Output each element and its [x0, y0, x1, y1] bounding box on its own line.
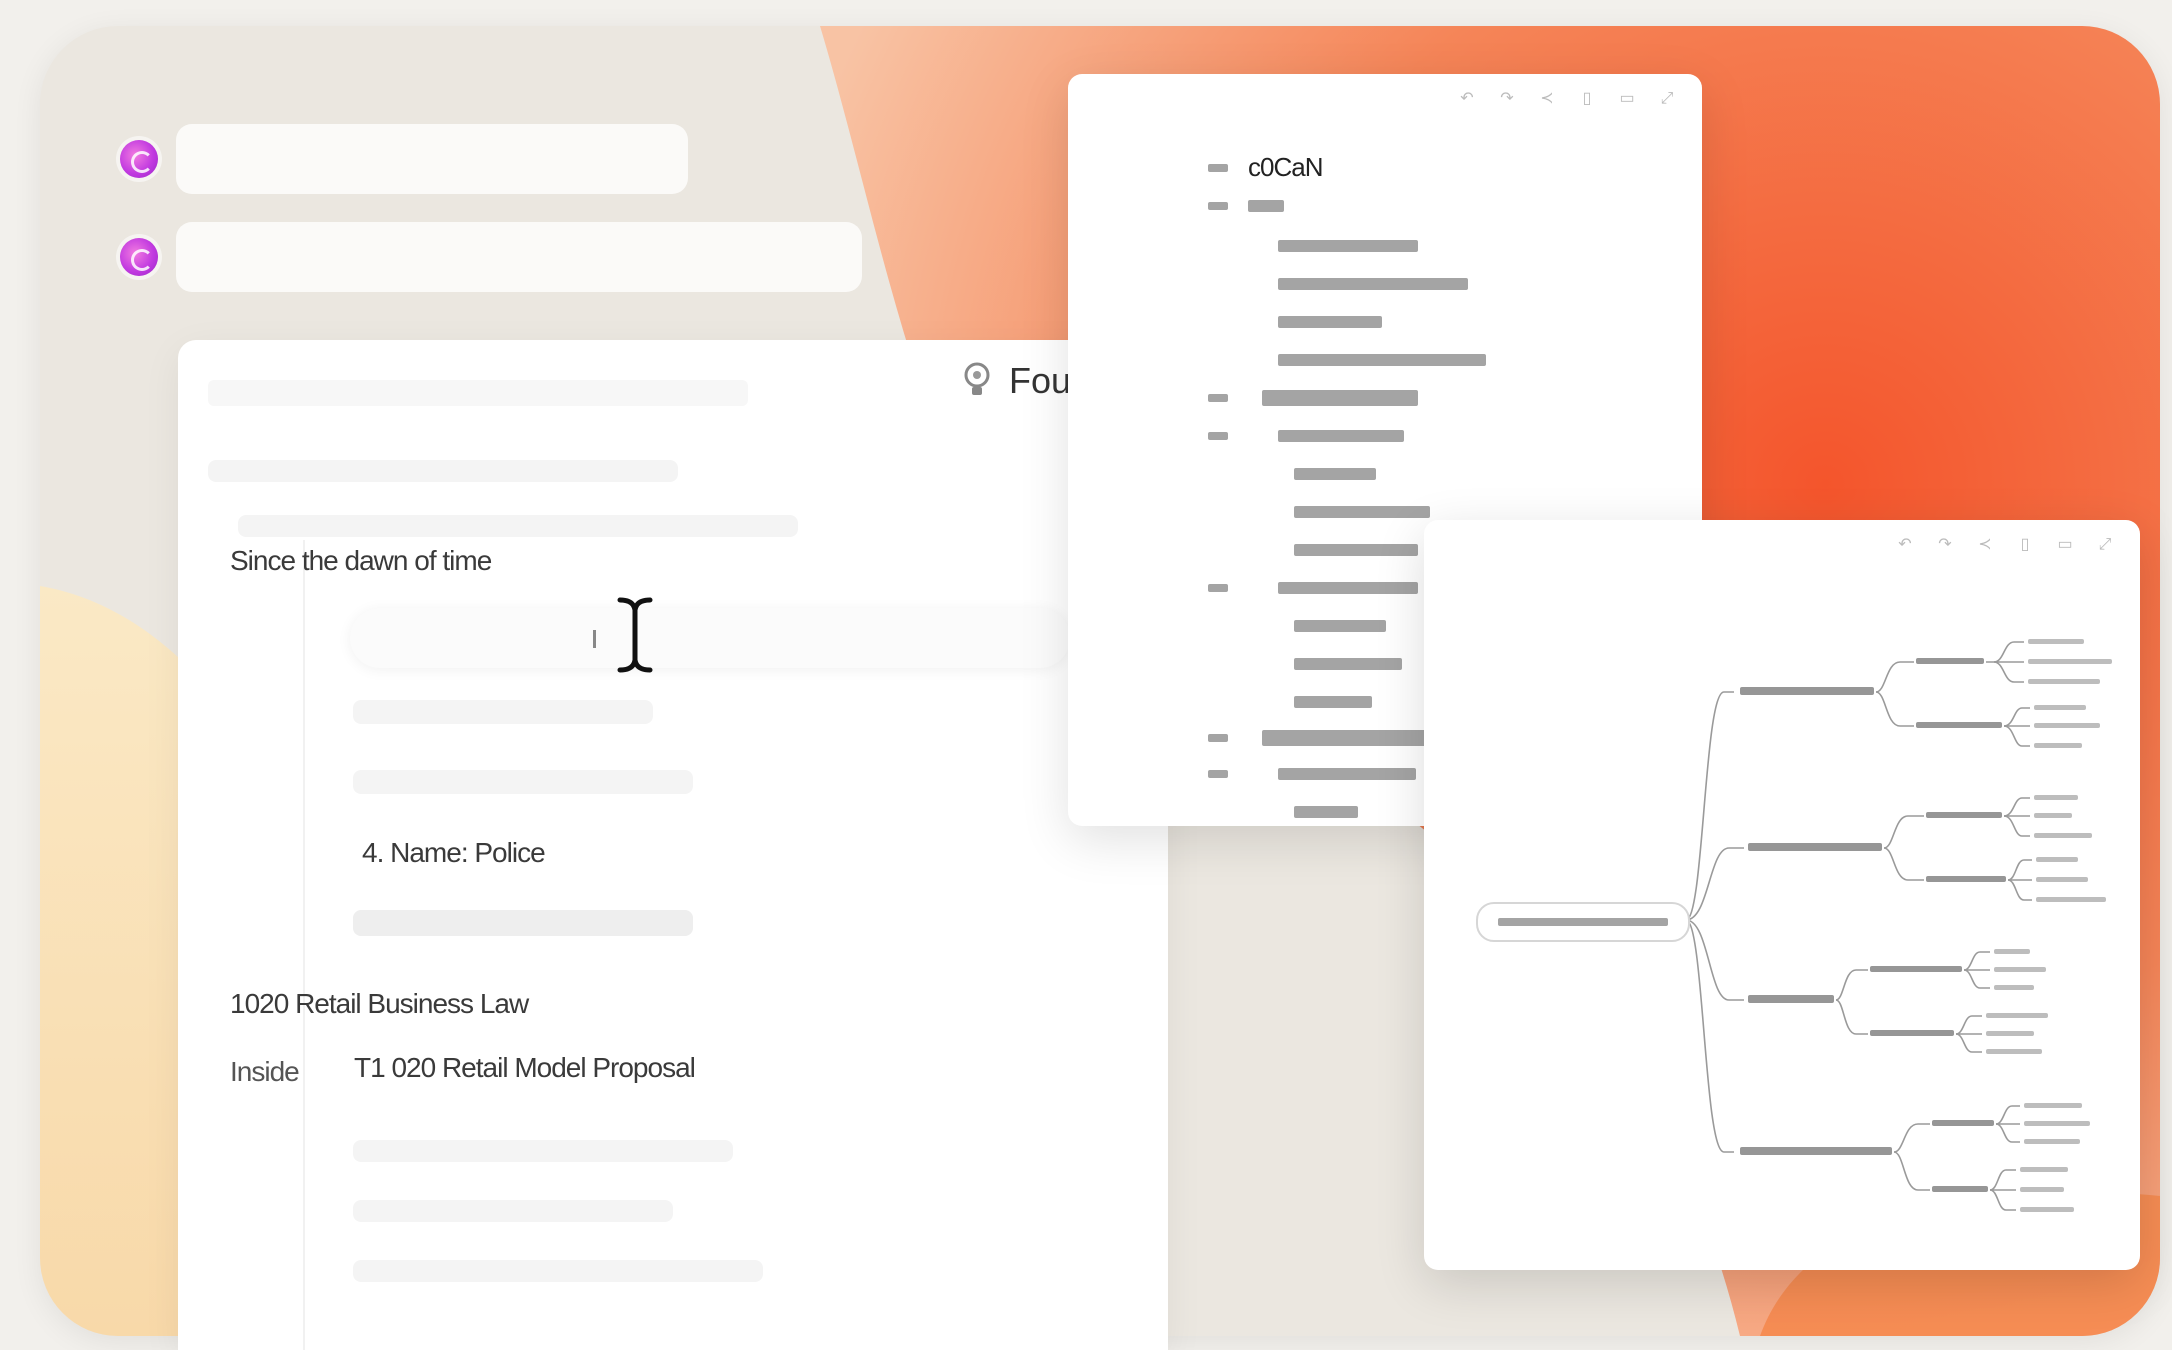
undo-icon[interactable]: ↶ — [1458, 90, 1476, 108]
outline-node[interactable] — [1294, 620, 1386, 632]
outline-node[interactable] — [1278, 316, 1382, 328]
placeholder-line — [353, 1260, 763, 1282]
placeholder-line — [353, 1200, 673, 1222]
outline-node[interactable] — [1278, 354, 1486, 366]
doc-toolbar — [208, 380, 748, 406]
outline-node[interactable] — [1208, 430, 1404, 442]
document-panel: Four Since the dawn of time 4. Name: Pol… — [178, 340, 1168, 1350]
outline-node[interactable] — [1294, 806, 1358, 818]
law-title: 1020 Retail Business Law — [230, 988, 529, 1019]
chat-bubble — [176, 222, 862, 292]
item-4-text: 4. Name: Police — [362, 837, 546, 868]
outline-node[interactable] — [1294, 658, 1402, 670]
outline-node[interactable] — [1208, 768, 1416, 780]
placeholder-line — [353, 1140, 733, 1162]
placeholder-line — [353, 910, 693, 936]
text-caret — [593, 630, 596, 648]
placeholder-line — [208, 460, 678, 482]
outline-node[interactable] — [1294, 696, 1372, 708]
outline-node[interactable] — [1278, 240, 1418, 252]
indent-rail — [303, 540, 305, 1350]
mindmap-root-node[interactable] — [1476, 902, 1690, 942]
text-cursor-icon — [617, 597, 653, 673]
assistant-avatar-icon — [120, 238, 158, 276]
redo-icon[interactable]: ↷ — [1498, 90, 1516, 108]
outline-node[interactable] — [1208, 730, 1442, 746]
placeholder-line — [238, 515, 798, 537]
doc-heading: Four — [963, 360, 1083, 402]
lightbulb-icon — [964, 362, 990, 395]
mindmap-window: ↶ ↷ ≺ ▯ ▭ ⤢ — [1424, 520, 2140, 1270]
mindmap-diagram — [1685, 639, 2112, 1212]
chat-message-1 — [120, 124, 688, 194]
chat-bubble — [176, 124, 688, 194]
placeholder-line — [353, 700, 653, 724]
outline-node[interactable] — [1208, 390, 1418, 406]
placeholder-line — [353, 770, 693, 794]
inline-input[interactable] — [350, 608, 1070, 668]
collapse-icon[interactable]: ≺ — [1538, 90, 1556, 108]
outline-node[interactable] — [1208, 582, 1418, 594]
intro-text: Since the dawn of time — [230, 545, 492, 576]
inside-label: Inside — [230, 1056, 300, 1087]
chat-message-2 — [120, 222, 862, 292]
outline-node[interactable] — [1278, 278, 1468, 290]
expand-icon[interactable]: ⤢ — [1658, 90, 1676, 108]
outline-node[interactable] — [1294, 506, 1430, 518]
outline-tag — [1208, 163, 1228, 172]
outline-node[interactable] — [1294, 468, 1376, 480]
delete-icon[interactable]: ▯ — [1578, 90, 1596, 108]
layout-icon[interactable]: ▭ — [1618, 90, 1636, 108]
assistant-avatar-icon — [120, 140, 158, 178]
outline-title-row: c0CaN — [1208, 152, 1323, 183]
window-toolbar: ↶ ↷ ≺ ▯ ▭ ⤢ — [1458, 90, 1676, 108]
proposal-text: T1 020 Retail Model Proposal — [354, 1052, 696, 1083]
outline-title: c0CaN — [1248, 152, 1323, 182]
outline-node[interactable] — [1294, 544, 1418, 556]
outline-node[interactable] — [1208, 200, 1284, 212]
